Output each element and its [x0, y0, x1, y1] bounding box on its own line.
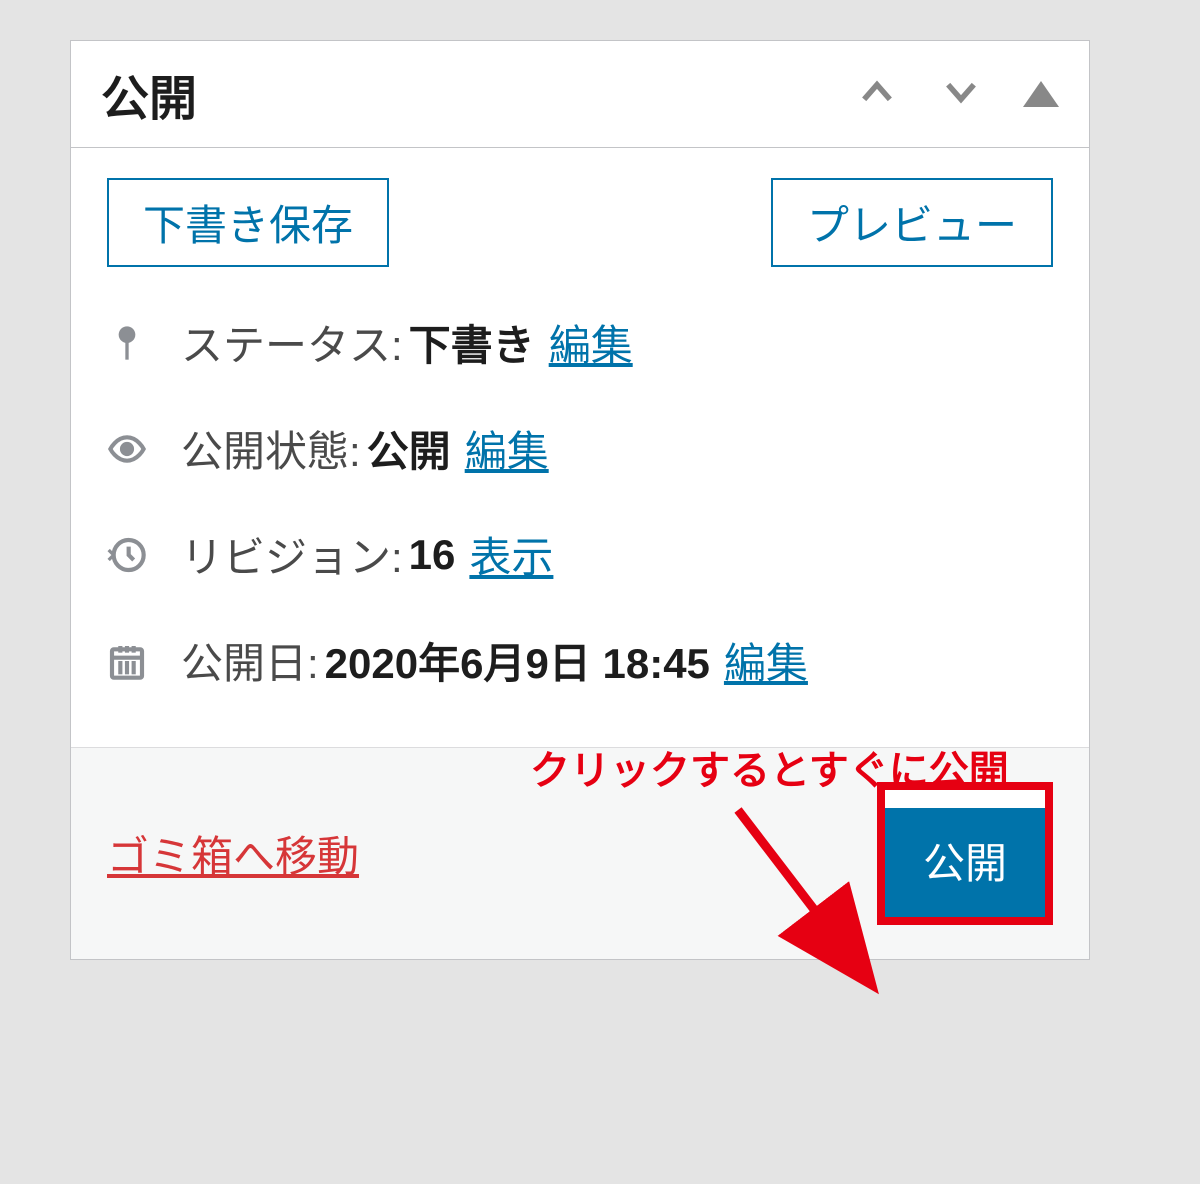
history-icon	[107, 535, 157, 575]
panel-header: 公開	[71, 41, 1089, 148]
status-row: ステータス: 下書き 編集	[107, 312, 1053, 373]
eye-icon	[107, 429, 157, 469]
collapse-toggle-icon[interactable]	[1023, 81, 1059, 107]
revisions-row: リビジョン: 16 表示	[107, 524, 1053, 585]
revisions-show-link[interactable]: 表示	[469, 524, 553, 585]
status-value: 下書き	[409, 312, 535, 373]
visibility-label: 公開状態:	[181, 418, 361, 479]
visibility-value: 公開	[367, 418, 451, 479]
save-draft-button[interactable]: 下書き保存	[107, 178, 389, 267]
preview-button[interactable]: プレビュー	[771, 178, 1053, 267]
calendar-icon	[107, 641, 157, 681]
chevron-up-icon[interactable]	[855, 70, 899, 119]
panel-body: 下書き保存 プレビュー ステータス: 下書き 編集 公開状態: 公開	[71, 148, 1089, 747]
publish-button-highlight: 公開	[877, 782, 1053, 925]
move-to-trash-link[interactable]: ゴミ箱へ移動	[107, 823, 359, 884]
annotation-text: クリックするとすぐに公開	[530, 738, 1009, 796]
publish-date-edit-link[interactable]: 編集	[724, 630, 808, 691]
visibility-edit-link[interactable]: 編集	[465, 418, 549, 479]
pin-icon	[107, 323, 157, 363]
status-label: ステータス:	[181, 312, 403, 373]
revisions-value: 16	[409, 531, 456, 579]
panel-title: 公開	[101, 59, 197, 129]
status-edit-link[interactable]: 編集	[549, 312, 633, 373]
publish-date-row: 公開日: 2020年6月9日 18:45 編集	[107, 630, 1053, 691]
header-controls	[855, 70, 1059, 119]
publish-date-label: 公開日:	[181, 630, 319, 691]
visibility-row: 公開状態: 公開 編集	[107, 418, 1053, 479]
publish-panel: 公開 下書き保存 プレビュー	[70, 40, 1090, 960]
publish-date-value: 2020年6月9日 18:45	[325, 630, 710, 691]
publish-button[interactable]: 公開	[885, 790, 1045, 917]
chevron-down-icon[interactable]	[939, 70, 983, 119]
action-button-row: 下書き保存 プレビュー	[107, 178, 1053, 267]
revisions-label: リビジョン:	[181, 524, 403, 585]
